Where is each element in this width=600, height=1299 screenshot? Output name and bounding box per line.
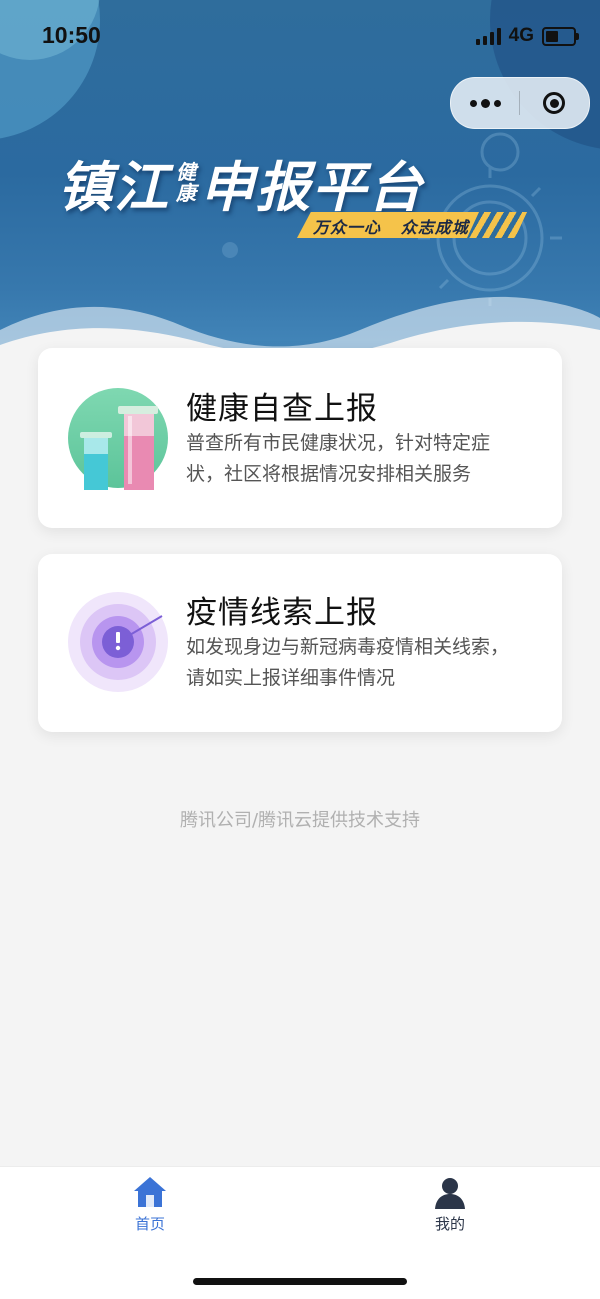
banner-title-part1: 镇江 <box>58 156 170 219</box>
app-screen: 10:50 4G 镇江 健 康 申报平台 万众一心 众志成城 健康自查上报 普查… <box>0 0 600 1299</box>
epidemic-clue-card[interactable]: 疫情线索上报 如发现身边与新冠病毒疫情相关线索，请如实上报详细事件情况 <box>38 554 562 732</box>
banner-title-small-top: 健 <box>176 159 196 184</box>
tab-home[interactable]: 首页 <box>90 1175 210 1245</box>
banner-title: 镇江 健 康 申报平台 <box>58 143 424 222</box>
network-type: 4G <box>508 25 534 46</box>
card-description: 普查所有市民健康状况，针对特定症状，社区将根据情况安排相关服务 <box>186 432 491 485</box>
home-indicator <box>193 1278 407 1285</box>
battery-icon <box>542 26 579 46</box>
tab-mine-label: 我的 <box>434 1215 465 1233</box>
status-indicators: 4G <box>475 25 579 47</box>
mini-program-capsule <box>450 77 590 129</box>
cellular-signal-icon <box>475 27 501 45</box>
test-tubes-icon <box>68 388 168 490</box>
more-dots-icon[interactable] <box>451 78 519 128</box>
banner-slogan: 万众一心 众志成城 <box>297 212 527 238</box>
user-icon <box>435 1178 465 1209</box>
radar-alert-icon <box>68 592 168 692</box>
tech-support-note: 腾讯公司/腾讯云提供技术支持 <box>179 810 421 831</box>
banner-title-small: 健 康 <box>176 159 196 205</box>
header-banner: 10:50 4G 镇江 健 康 申报平台 万众一心 众志成城 <box>0 0 600 385</box>
home-icon <box>134 1177 166 1207</box>
health-report-card[interactable]: 健康自查上报 普查所有市民健康状况，针对特定症状，社区将根据情况安排相关服务 <box>38 348 562 528</box>
tab-home-label: 首页 <box>134 1215 165 1233</box>
card-title: 健康自查上报 <box>186 391 378 427</box>
tab-mine[interactable]: 我的 <box>390 1175 510 1245</box>
status-time: 10:50 <box>42 22 101 48</box>
banner-title-small-bottom: 康 <box>176 180 196 205</box>
circle-target-icon[interactable] <box>520 78 588 128</box>
card-title: 疫情线索上报 <box>186 595 378 631</box>
status-bar: 10:50 4G <box>0 0 600 80</box>
card-description: 如发现身边与新冠病毒疫情相关线索，请如实上报详细事件情况 <box>186 636 510 689</box>
banner-slogan-text: 万众一心 众志成城 <box>313 218 469 237</box>
banner-title-part2: 申报平台 <box>200 156 424 219</box>
